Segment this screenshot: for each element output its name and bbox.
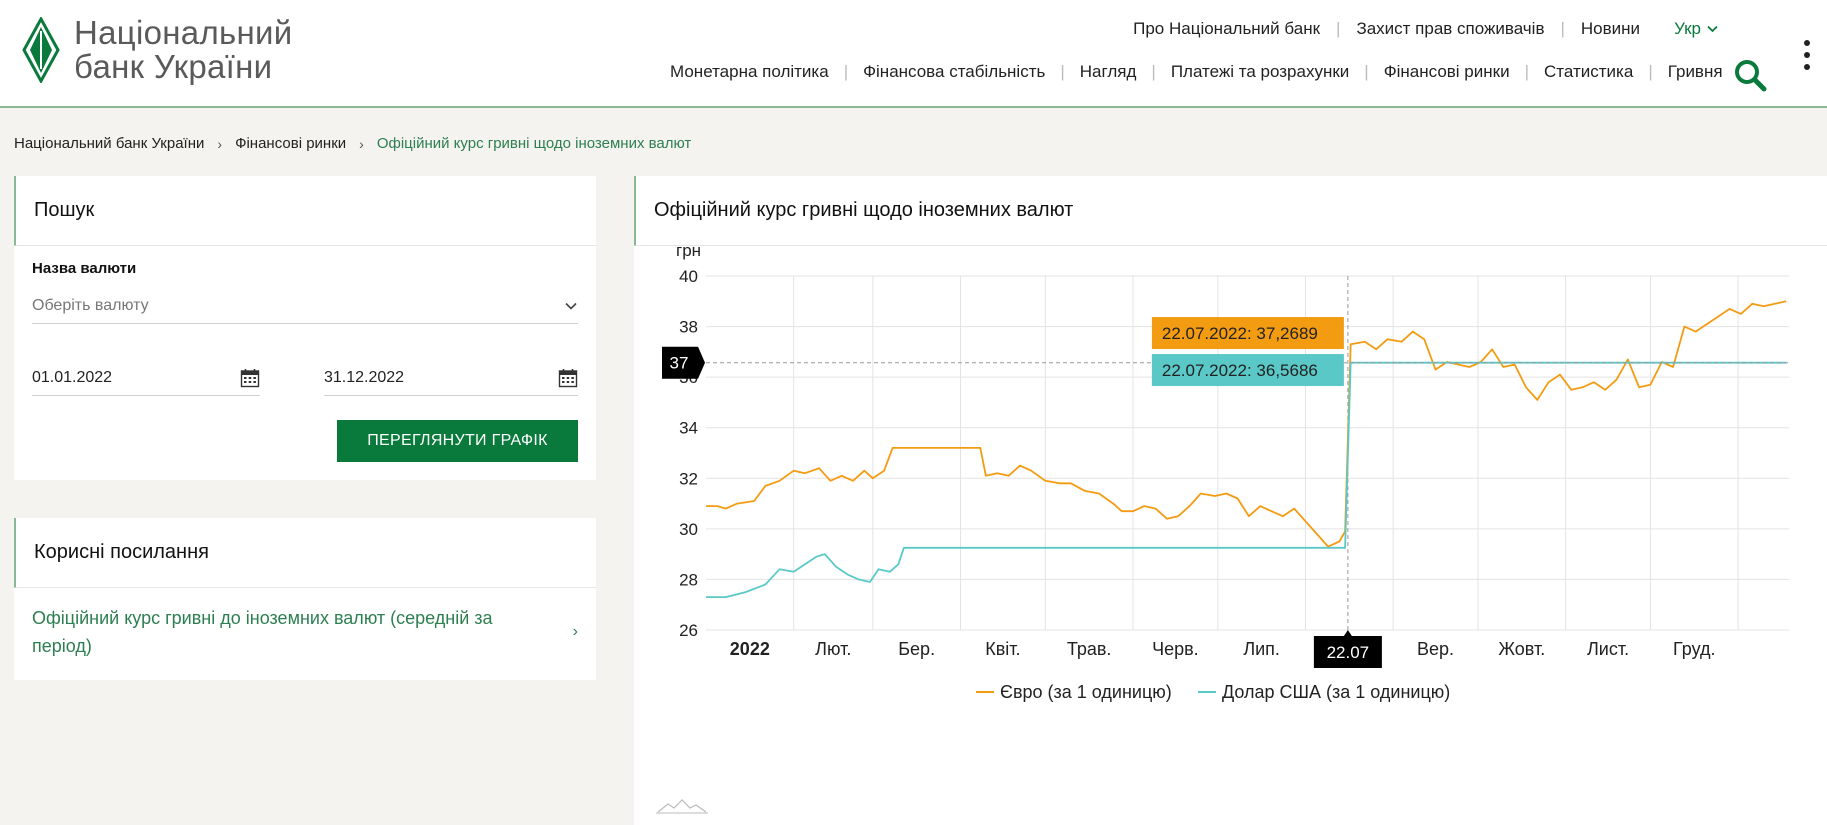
legend-euro-label: Євро (за 1 одиницю) [1000,682,1172,702]
language-selector[interactable]: Укр [1674,19,1718,39]
currency-select[interactable]: Оберіть валюту [32,288,578,324]
chevron-right-icon: › [217,135,223,152]
search-panel: Пошук Назва валюти Оберіть валюту 01.01.… [14,176,596,480]
date-from-value: 01.01.2022 [32,368,113,386]
breadcrumb: Національний банк України › Фінансові ри… [14,135,691,152]
y-tick-label: 34 [679,419,698,438]
usd-tooltip-text: 22.07.2022: 36,5686 [1162,361,1318,380]
nav-monetary-policy[interactable]: Монетарна політика [670,62,829,82]
date-from-field[interactable]: 01.01.2022 [32,360,260,396]
exchange-rate-chart[interactable]: 26283032343638402022Лют.Бер.Квіт.Трав.Че… [634,246,1827,825]
navigator-thumbnail-icon [657,799,707,813]
view-chart-button[interactable]: ПЕРЕГЛЯНУТИ ГРАФІК [337,420,578,462]
x-tick-label: Лип. [1243,639,1280,659]
x-tick-label: 2022 [730,639,770,659]
y-tick-label: 28 [679,570,698,589]
calendar-icon[interactable] [558,368,578,388]
calendar-icon[interactable] [240,368,260,388]
chevron-right-icon: › [572,623,578,640]
breadcrumb-home[interactable]: Національний банк України [14,135,204,152]
nav-supervision[interactable]: Нагляд [1080,62,1137,82]
currency-label: Назва валюти [32,260,137,277]
nav-financial-markets[interactable]: Фінансові ринки [1384,62,1510,82]
site-header: Національний банк України Про Національн… [0,0,1827,108]
search-panel-title: Пошук [14,176,596,246]
useful-links-panel: Корисні посилання Офіційний курс гривні … [14,518,596,680]
nav-divider: | [1060,62,1065,81]
y-tick-label: 38 [679,318,698,337]
x-tick-label: Вер. [1417,639,1454,659]
nav-divider: | [1336,19,1341,38]
nav-divider: | [1648,62,1653,81]
chevron-down-icon [1707,25,1718,33]
legend-usd-label: Долар США (за 1 одиницю) [1222,682,1450,702]
y-axis-title: грн [676,246,701,260]
y-tick-label: 32 [679,469,698,488]
x-tick-label: Лист. [1587,639,1629,659]
logo-line-1: Національний [74,14,293,51]
top-nav: Про Національний банк | Захист прав спож… [1133,19,1718,39]
x-tick-label: Жовт. [1498,639,1545,659]
y-tick-label: 40 [679,267,698,286]
nav-statistics[interactable]: Статистика [1544,62,1633,82]
top-link-about[interactable]: Про Національний банк [1133,19,1320,39]
x-tick-label: Бер. [898,639,935,659]
chevron-right-icon: › [359,135,364,152]
date-to-field[interactable]: 31.12.2022 [324,360,578,396]
y-tick-label: 30 [679,520,698,539]
language-label: Укр [1674,19,1701,38]
main-nav: Монетарна політика | Фінансова стабільні… [670,62,1723,82]
breadcrumb-current: Офіційний курс гривні щодо іноземних вал… [376,135,692,152]
chevron-down-icon [565,302,577,310]
nav-payments[interactable]: Платежі та розрахунки [1171,62,1349,82]
currency-placeholder: Оберіть валюту [32,296,149,314]
chart-panel: Офіційний курс гривні щодо іноземних вал… [634,176,1827,825]
nav-divider: | [1364,62,1369,81]
search-icon[interactable] [1733,58,1767,92]
y-tick-label: 26 [679,621,698,640]
x-tick-label: Черв. [1152,639,1199,659]
nav-divider: | [1560,19,1565,38]
nav-hryvnia[interactable]: Гривня [1668,62,1723,82]
chart-panel-title: Офіційний курс гривні щодо іноземних вал… [634,176,1827,246]
date-to-value: 31.12.2022 [324,368,405,386]
useful-links-title: Корисні посилання [14,518,596,588]
x-tick-label: Квіт. [985,639,1020,659]
breadcrumb-financial-markets[interactable]: Фінансові ринки [235,135,346,152]
nbu-logo[interactable]: Національний банк України [22,16,293,84]
nav-divider: | [1524,62,1530,81]
crosshair-x-label: 22.07 [1327,643,1370,662]
nbu-emblem-icon [22,17,60,83]
euro-tooltip-text: 22.07.2022: 37,2689 [1162,324,1318,343]
nav-financial-stability[interactable]: Фінансова стабільність [863,62,1045,82]
top-link-consumer-protection[interactable]: Захист прав споживачів [1356,19,1544,39]
logo-line-2: банк України [74,48,273,85]
top-link-news[interactable]: Новини [1581,19,1640,39]
x-tick-label: Лют. [815,639,851,659]
useful-link-text[interactable]: Офіційний курс гривні до іноземних валют… [32,604,532,660]
nav-divider: | [843,62,849,81]
x-tick-label: Трав. [1067,639,1112,659]
crosshair-y-label: 37 [670,354,689,373]
x-tick-label: Груд. [1673,639,1715,659]
more-menu-icon[interactable] [1802,40,1812,70]
nav-divider: | [1151,62,1156,81]
useful-link-average-rate[interactable]: Офіційний курс гривні до іноземних валют… [32,604,578,660]
